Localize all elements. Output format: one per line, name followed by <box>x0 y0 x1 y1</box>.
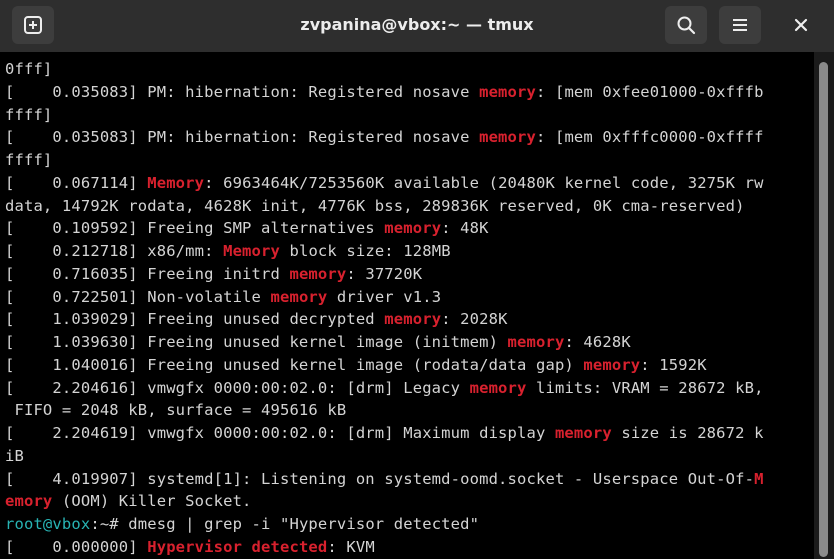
terminal-text: [ 0.109592] Freeing SMP alternatives <box>5 219 385 238</box>
terminal-window: zvpanina@vbox:~ — tmux 0fff] [0.035083]… <box>0 0 834 559</box>
scrollbar-thumb[interactable] <box>819 62 828 557</box>
grep-match: memory <box>384 310 442 329</box>
grep-match: memory <box>507 333 565 351</box>
terminal-line: root@vbox:~# dmesg | grep -i "Hypervisor… <box>5 513 479 535</box>
new-tab-button[interactable] <box>12 6 54 44</box>
terminal-text: : [mem 0xfee01000-0xfffb <box>536 82 764 101</box>
terminal-line: [ 2.204616] vmwgfx 0000:00:02.0: [drm] L… <box>5 377 764 399</box>
terminal-text: : [mem 0xfffc0000-0xffff <box>536 128 764 147</box>
scrollbar[interactable] <box>814 52 834 559</box>
terminal-text: : 48K <box>441 219 489 238</box>
terminal-text: : 1592K <box>640 355 707 374</box>
terminal-line: [ 4.019907] systemd[1]: Listening on sys… <box>5 468 764 490</box>
grep-match: memory <box>479 82 536 101</box>
terminal-line: [ 0.109592] Freeing SMP alternatives mem… <box>5 217 489 239</box>
terminal-text: [ 1.039630] Freeing unused kernel image … <box>5 333 508 351</box>
terminal-text: limits: VRAM = 28672 kB, <box>526 378 764 397</box>
window-title: zvpanina@vbox:~ — tmux <box>300 15 534 34</box>
grep-match: memory <box>469 378 527 397</box>
terminal-line: emory (OOM) Killer Socket. <box>5 490 252 512</box>
terminal-line: [ 0.035083] PM: hibernation: Registered … <box>5 126 764 148</box>
terminal-text: [ 0.212718] x86/mm: <box>5 242 224 260</box>
terminal-text: FIFO = 2048 kB, surface = 495616 kB <box>5 401 347 420</box>
new-tab-icon <box>23 15 43 35</box>
terminal-line: [ 0.722501] Non-volatile memory driver v… <box>5 286 441 308</box>
grep-match: Memory <box>223 242 280 260</box>
terminal-text: :~# dmesg | grep -i "Hypervisor detected… <box>90 515 480 533</box>
terminal-line: [ 1.039630] Freeing unused kernel image … <box>5 331 631 353</box>
terminal-text: (OOM) Killer Socket. <box>52 492 252 511</box>
menu-button[interactable] <box>719 6 761 44</box>
terminal-text: iB <box>5 446 24 465</box>
terminal-text: [ 0.035083] PM: hibernation: Registered … <box>5 82 480 101</box>
grep-match: memory <box>554 424 612 442</box>
terminal-text: : 37720K <box>346 264 423 283</box>
terminal-text: [ 2.204616] vmwgfx 0000:00:02.0: [drm] L… <box>5 378 470 397</box>
terminal-line: [ 0.035083] PM: hibernation: Registered … <box>5 81 764 103</box>
search-icon <box>676 15 696 35</box>
grep-match: emory <box>5 492 53 511</box>
grep-match: Hypervisor detected <box>147 537 328 556</box>
terminal-line: [ 0.067114] Memory: 6963464K/7253560K av… <box>5 172 764 194</box>
terminal-line: [ 1.039029] Freeing unused decrypted mem… <box>5 308 508 330</box>
terminal-text: [ 4.019907] systemd[1]: Listening on sys… <box>5 469 755 488</box>
terminal-text: [ 0.000000] <box>5 537 148 556</box>
terminal-line: [ 1.040016] Freeing unused kernel image … <box>5 354 707 376</box>
grep-match: memory <box>583 355 641 374</box>
terminal-text: [ 1.040016] Freeing unused kernel image … <box>5 355 584 374</box>
grep-match: memory <box>289 264 347 283</box>
grep-match: memory <box>479 128 536 147</box>
terminal-text: size is 28672 k <box>611 424 764 442</box>
terminal-text: ffff] <box>5 151 53 169</box>
terminal-line: [ 0.716035] Freeing initrd memory: 37720… <box>5 263 422 285</box>
terminal-text: [ 0.722501] Non-volatile <box>5 287 271 306</box>
terminal-text: : 6963464K/7253560K available (20480K ke… <box>204 173 764 192</box>
search-button[interactable] <box>665 6 707 44</box>
terminal-output[interactable]: 0fff] [ 0.035083] PM: hibernation: Regist… <box>0 52 814 559</box>
terminal-text: [ 0.067114] <box>5 173 148 192</box>
title-bar: zvpanina@vbox:~ — tmux <box>0 0 834 52</box>
terminal-line: [ 2.204619] vmwgfx 0000:00:02.0: [drm] M… <box>5 422 764 444</box>
terminal-text: ffff] <box>5 105 53 124</box>
terminal-line: iB <box>5 445 24 467</box>
grep-match: memory <box>384 219 442 238</box>
hamburger-menu-icon <box>730 15 750 35</box>
close-button[interactable] <box>780 6 822 44</box>
terminal-text: [ 1.039029] Freeing unused decrypted <box>5 310 385 329</box>
grep-match: memory <box>270 287 328 306</box>
grep-match: M <box>754 469 764 488</box>
terminal-text: [ 0.035083] PM: hibernation: Registered … <box>5 128 480 147</box>
terminal-text: : 2028K <box>441 310 508 329</box>
terminal-line: data, 14792K rodata, 4628K init, 4776K b… <box>5 195 745 217</box>
terminal-text: driver v1.3 <box>327 287 442 306</box>
terminal-text: 0fff] <box>5 60 53 78</box>
shell-prompt: root@vbox <box>5 515 91 533</box>
close-icon <box>794 18 808 32</box>
terminal-line: FIFO = 2048 kB, surface = 495616 kB <box>5 399 346 421</box>
terminal-line: ffff] <box>5 149 52 171</box>
terminal-text: block size: 128MB <box>280 242 451 260</box>
terminal-line: ffff] <box>5 104 52 126</box>
terminal-text: : 4628K <box>564 333 631 351</box>
terminal-line: 0fff] <box>5 58 52 80</box>
grep-match: Memory <box>147 173 205 192</box>
terminal-text: [ 2.204619] vmwgfx 0000:00:02.0: [drm] M… <box>5 424 555 442</box>
terminal-line: [ 0.000000] Hypervisor detected: KVM <box>5 536 375 558</box>
terminal-line: [ 0.212718] x86/mm: Memory block size: 1… <box>5 240 451 262</box>
terminal-text: data, 14792K rodata, 4628K init, 4776K b… <box>5 196 745 215</box>
terminal-text: : KVM <box>327 537 375 556</box>
terminal-text: [ 0.716035] Freeing initrd <box>5 264 290 283</box>
